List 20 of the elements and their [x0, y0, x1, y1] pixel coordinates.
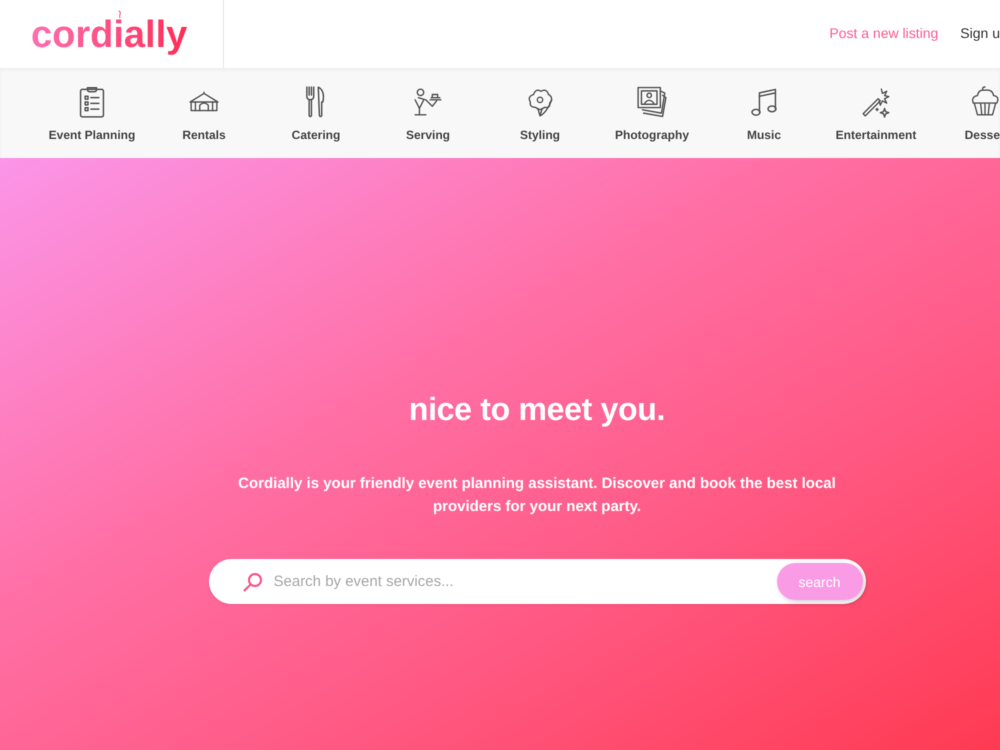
- hero-heading: nice to meet you.: [408, 390, 666, 428]
- category-label[interactable]: Entertainment: [836, 128, 916, 142]
- category-label[interactable]: Music: [746, 128, 781, 142]
- photo-stack-icon[interactable]: [637, 86, 667, 118]
- category-label[interactable]: Catering: [292, 128, 340, 142]
- music-note-icon[interactable]: [749, 86, 779, 118]
- search-icon: [242, 572, 262, 592]
- cherry-stem-icon: [117, 10, 122, 19]
- category-label[interactable]: Desse: [964, 128, 1000, 142]
- category-label[interactable]: Rentals: [182, 128, 226, 142]
- magic-wand-icon[interactable]: [861, 86, 891, 118]
- nav-link[interactable]: Sign u: [960, 25, 1000, 41]
- hero-description: Cordially is your friendly event planning assistant. Discover and book the best local providers for your next party.: [237, 474, 837, 518]
- waiter-icon[interactable]: [413, 86, 443, 118]
- cupcake-icon[interactable]: [970, 86, 1000, 118]
- category-label[interactable]: Styling: [520, 128, 560, 142]
- category-label[interactable]: Serving: [406, 128, 450, 142]
- clipboard-icon[interactable]: [77, 86, 107, 118]
- category-label[interactable]: Event Planning: [48, 128, 136, 142]
- category-label[interactable]: Photography: [615, 128, 689, 142]
